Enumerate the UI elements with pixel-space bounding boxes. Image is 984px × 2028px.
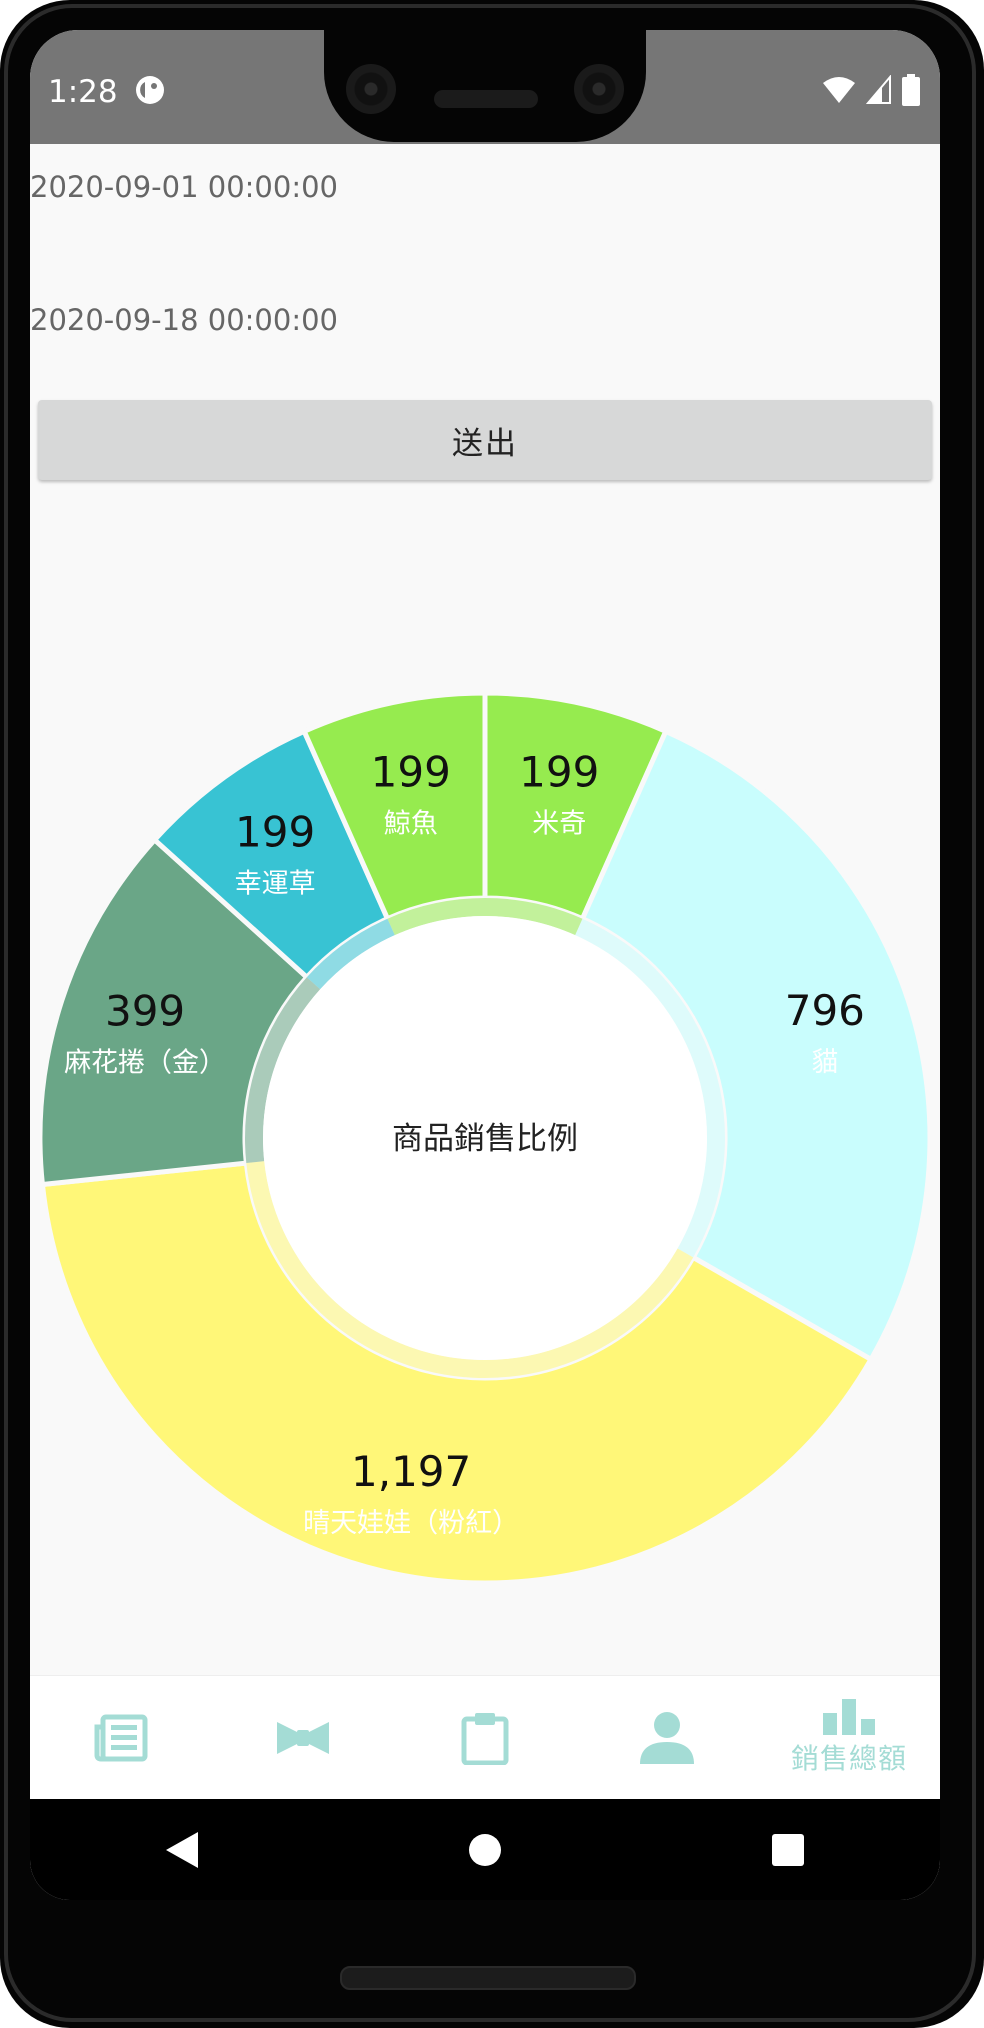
chart-slice-label: 貓 (811, 1047, 838, 1078)
front-camera-left (346, 64, 396, 114)
system-navigation-bar (30, 1799, 940, 1900)
chart-slice-label: 晴天娃娃（粉紅） (303, 1508, 519, 1539)
sales-ratio-donut-chart: 商品銷售比例 199 米奇 796 貓 1,197 晴天娃娃（粉紅） 399 麻花捲（金） 19… (37, 690, 933, 1586)
news-icon (94, 1714, 148, 1762)
chart-slice-label: 米奇 (532, 808, 586, 839)
bar-chart-icon (823, 1699, 875, 1735)
nav-item-sales-total[interactable]: 銷售總額 (758, 1676, 940, 1800)
chart-slice-value: 796 (785, 986, 865, 1035)
earpiece-speaker (434, 90, 538, 108)
person-icon (640, 1712, 694, 1764)
end-date-field[interactable]: 2020-09-18 00:00:00 (30, 303, 338, 337)
phone-frame: 1:28 2020-09-01 00:00:00 2020-09-18 00:0… (0, 0, 984, 2028)
chart-slice-label: 麻花捲（金） (64, 1047, 226, 1078)
bow-tie-icon (277, 1722, 329, 1754)
cell-signal-icon (866, 75, 891, 104)
status-icons (822, 74, 920, 106)
chart-slice-value: 199 (371, 747, 451, 796)
nav-item-products[interactable] (212, 1676, 394, 1800)
chart-slice-value: 199 (519, 747, 599, 796)
recents-icon[interactable] (770, 1832, 806, 1868)
device-chin-grille (340, 1966, 636, 1990)
chart-slice-value: 399 (105, 986, 185, 1035)
camera-notch (324, 30, 646, 142)
clipboard-icon (461, 1713, 509, 1765)
back-icon[interactable] (164, 1830, 200, 1870)
nav-item-news[interactable] (30, 1676, 212, 1800)
start-date-field[interactable]: 2020-09-01 00:00:00 (30, 170, 338, 204)
chart-slice-label: 幸運草 (235, 869, 316, 900)
app-screen: 1:28 2020-09-01 00:00:00 2020-09-18 00:0… (30, 30, 940, 1900)
battery-icon (902, 74, 920, 106)
bottom-navigation: 銷售總額 (30, 1675, 940, 1800)
front-camera-right (574, 64, 624, 114)
chart-slice-value: 1,197 (351, 1447, 471, 1496)
wifi-icon (823, 77, 855, 103)
status-time: 1:28 (48, 74, 118, 110)
app-notification-icon (136, 76, 164, 104)
submit-button[interactable]: 送出 (38, 400, 932, 480)
chart-center-label: 商品銷售比例 (392, 1121, 578, 1157)
nav-item-sales-total-label: 銷售總額 (790, 1742, 907, 1775)
chart-slice-value: 199 (235, 808, 315, 857)
nav-item-member[interactable] (576, 1676, 758, 1800)
nav-item-orders[interactable] (394, 1676, 576, 1800)
chart-slice-label: 鯨魚 (384, 808, 438, 839)
home-icon[interactable] (467, 1832, 503, 1868)
